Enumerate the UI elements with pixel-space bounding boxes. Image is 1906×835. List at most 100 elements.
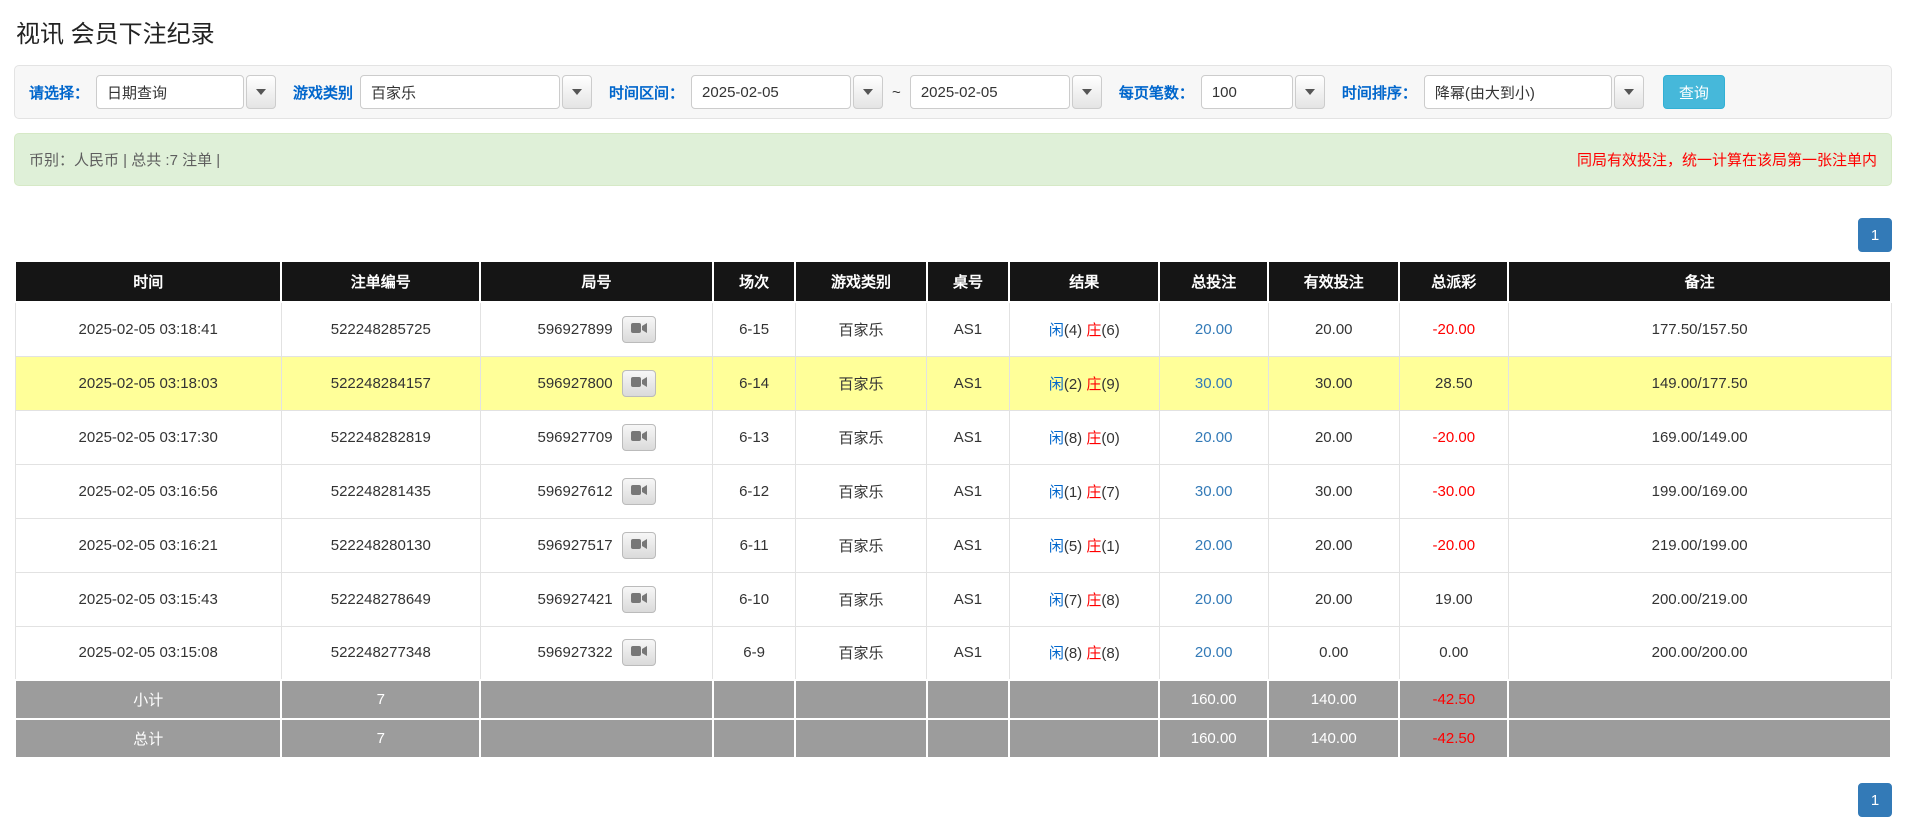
banker-result-score: (7) — [1101, 484, 1119, 501]
banker-result-label: 庄 — [1086, 538, 1101, 555]
game-type-input[interactable] — [360, 75, 560, 109]
column-header: 时间 — [15, 261, 281, 302]
column-header: 总派彩 — [1399, 261, 1508, 302]
cell-bet-id: 522248278649 — [281, 572, 480, 626]
cell-time: 2025-02-05 03:16:56 — [15, 464, 281, 518]
total-bet-link[interactable]: 20.00 — [1195, 644, 1233, 661]
total-bet-link[interactable]: 20.00 — [1195, 537, 1233, 554]
footer-label: 小计 — [15, 680, 281, 719]
query-type-combobox — [96, 75, 276, 109]
per-page-dropdown-button[interactable] — [1295, 75, 1325, 109]
video-replay-button[interactable] — [622, 316, 656, 343]
footer-empty-cell — [480, 680, 713, 719]
total-bet-link[interactable]: 20.00 — [1195, 429, 1233, 446]
caret-down-icon — [1082, 89, 1092, 95]
caret-down-icon — [1624, 89, 1634, 95]
footer-payout: -42.50 — [1399, 719, 1508, 758]
footer-empty-cell — [480, 719, 713, 758]
column-header: 场次 — [713, 261, 796, 302]
cell-result: 闲(4) 庄(6) — [1009, 302, 1159, 356]
video-replay-button[interactable] — [622, 639, 656, 666]
video-camera-icon — [631, 645, 647, 660]
video-replay-button[interactable] — [622, 586, 656, 613]
cell-session: 6-12 — [713, 464, 796, 518]
video-replay-button[interactable] — [622, 532, 656, 559]
total-bet-link[interactable]: 30.00 — [1195, 375, 1233, 392]
cell-payout: 28.50 — [1399, 356, 1508, 410]
search-button[interactable]: 查询 — [1663, 75, 1725, 109]
date-to-input[interactable] — [910, 75, 1070, 109]
page-button-1[interactable]: 1 — [1858, 218, 1892, 252]
date-to-dropdown-button[interactable] — [1072, 75, 1102, 109]
footer-payout-value: -42.50 — [1433, 730, 1476, 747]
cell-payout: -20.00 — [1399, 302, 1508, 356]
video-camera-icon — [631, 538, 647, 553]
cell-time: 2025-02-05 03:16:21 — [15, 518, 281, 572]
cell-result: 闲(5) 庄(1) — [1009, 518, 1159, 572]
filter-label-game-type: 游戏类别 — [293, 82, 353, 103]
records-body: 2025-02-05 03:18:41522248285725596927899… — [15, 302, 1891, 680]
cell-time: 2025-02-05 03:18:41 — [15, 302, 281, 356]
video-camera-icon — [631, 376, 647, 391]
cell-remark: 169.00/149.00 — [1508, 410, 1891, 464]
footer-total-bet: 160.00 — [1159, 719, 1268, 758]
banker-result-score: (0) — [1101, 430, 1119, 447]
cell-table-no: AS1 — [927, 410, 1010, 464]
cell-payout: -20.00 — [1399, 518, 1508, 572]
footer-count: 7 — [281, 680, 480, 719]
cell-remark: 200.00/200.00 — [1508, 626, 1891, 680]
total-bet-link[interactable]: 20.00 — [1195, 591, 1233, 608]
round-number: 596927899 — [537, 321, 612, 338]
player-result-score: (8) — [1064, 430, 1082, 447]
pagination-top: 1 — [14, 218, 1892, 252]
caret-down-icon — [256, 89, 266, 95]
date-from-input[interactable] — [691, 75, 851, 109]
per-page-input[interactable] — [1201, 75, 1293, 109]
date-from-dropdown-button[interactable] — [853, 75, 883, 109]
cell-game-type: 百家乐 — [795, 410, 926, 464]
footer-empty-cell — [1009, 680, 1159, 719]
footer-empty-cell — [795, 719, 926, 758]
cell-game-type: 百家乐 — [795, 518, 926, 572]
cell-bet-id: 522248282819 — [281, 410, 480, 464]
video-replay-button[interactable] — [622, 478, 656, 505]
cell-game-type: 百家乐 — [795, 356, 926, 410]
game-type-dropdown-button[interactable] — [562, 75, 592, 109]
cell-table-no: AS1 — [927, 572, 1010, 626]
video-replay-button[interactable] — [622, 370, 656, 397]
column-header: 桌号 — [927, 261, 1010, 302]
cell-total-bet: 20.00 — [1159, 302, 1268, 356]
total-bet-link[interactable]: 30.00 — [1195, 483, 1233, 500]
column-header: 有效投注 — [1268, 261, 1399, 302]
date-to-combobox — [910, 75, 1102, 109]
filter-label-per-page: 每页笔数： — [1119, 82, 1194, 103]
player-result-score: (1) — [1064, 484, 1082, 501]
total-bet-link[interactable]: 20.00 — [1195, 321, 1233, 338]
cell-game-type: 百家乐 — [795, 302, 926, 356]
cell-table-no: AS1 — [927, 464, 1010, 518]
footer-empty-cell — [927, 719, 1010, 758]
page-title: 视讯 会员下注纪录 — [16, 14, 1892, 49]
player-result-score: (5) — [1064, 538, 1082, 555]
cell-remark: 149.00/177.50 — [1508, 356, 1891, 410]
cell-round: 596927899 — [480, 302, 713, 356]
cell-table-no: AS1 — [927, 518, 1010, 572]
query-type-input[interactable] — [96, 75, 244, 109]
cell-result: 闲(8) 庄(0) — [1009, 410, 1159, 464]
caret-down-icon — [1305, 89, 1315, 95]
payout-value: -30.00 — [1433, 483, 1476, 500]
query-type-dropdown-button[interactable] — [246, 75, 276, 109]
sort-dropdown-button[interactable] — [1614, 75, 1644, 109]
page-button-1[interactable]: 1 — [1858, 783, 1892, 817]
banker-result-label: 庄 — [1086, 592, 1101, 609]
caret-down-icon — [572, 89, 582, 95]
cell-round: 596927421 — [480, 572, 713, 626]
table-row: 2025-02-05 03:16:56522248281435596927612… — [15, 464, 1891, 518]
sort-input[interactable] — [1424, 75, 1612, 109]
cell-round: 596927517 — [480, 518, 713, 572]
records-table: 时间注单编号局号场次游戏类别桌号结果总投注有效投注总派彩备注 2025-02-0… — [14, 260, 1892, 759]
cell-payout: 0.00 — [1399, 626, 1508, 680]
video-replay-button[interactable] — [622, 424, 656, 451]
banker-result-label: 庄 — [1086, 322, 1101, 339]
payout-value: -20.00 — [1433, 321, 1476, 338]
